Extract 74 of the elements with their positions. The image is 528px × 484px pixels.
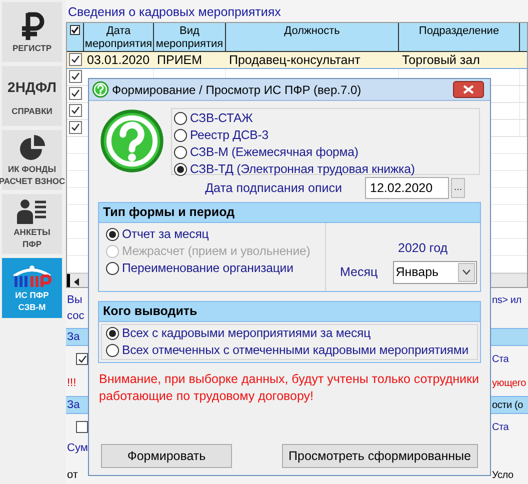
label: Вы [66, 292, 82, 308]
window-title: Формирование / Просмотр ИС ПФР (вер.7.0) [112, 82, 362, 98]
checkbox[interactable] [76, 421, 88, 433]
year-label: 2020 год [398, 240, 449, 257]
section-title: Сведения о кадровых мероприятиях [67, 4, 282, 21]
group-header [491, 328, 528, 346]
column-header[interactable]: Подразделение [399, 22, 520, 51]
radio-button[interactable] [174, 112, 187, 125]
group-header: За [66, 396, 88, 414]
checkbox[interactable] [69, 104, 82, 118]
checkbox[interactable] [76, 353, 88, 365]
label: Сум [66, 440, 88, 456]
left-arrow-icon[interactable] [73, 278, 81, 286]
person-list-icon [17, 199, 47, 225]
radio-label[interactable]: Всех с кадровыми мероприятиями за месяц [122, 324, 371, 343]
radio-label[interactable]: Переименование организации [122, 259, 294, 278]
radio-label[interactable]: СЗВ-ТД (Электронная трудовая книжка) [190, 160, 415, 179]
pie-chart-icon [18, 134, 46, 162]
table-cell-text: 03.01.2020 [86, 52, 151, 68]
building-logo-icon [10, 264, 54, 288]
browse-button[interactable]: ... [451, 178, 465, 198]
field-label: Дата подписания описи [205, 180, 342, 197]
radio-button[interactable] [106, 327, 119, 340]
table-cell-text: ПРИЕМ [156, 52, 204, 68]
radio-button[interactable] [106, 262, 119, 275]
sidebar-item[interactable]: 2НДФЛ СПРАВКИ [2, 66, 62, 126]
chevron-down-icon [462, 269, 471, 276]
radio-button[interactable] [106, 344, 119, 357]
question-icon [92, 81, 109, 98]
column-header[interactable]: Вид мероприятия [154, 22, 226, 51]
group-header: За [66, 328, 88, 346]
label: !!! [66, 376, 76, 391]
close-button[interactable] [453, 81, 484, 98]
group-header: ости (о [491, 396, 528, 414]
header-checkbox[interactable] [70, 24, 80, 35]
field-label: Месяц [340, 264, 378, 281]
action-button[interactable]: Формировать [101, 444, 232, 468]
table-cell-text: Продавец-консультант [228, 52, 362, 68]
group-title: Кого выводить [99, 302, 480, 321]
radio-label: Межрасчет (прием и увольнение) [122, 243, 310, 260]
question-icon [99, 108, 165, 174]
label: от [66, 468, 78, 483]
column-header[interactable]: Дата мероприятия [84, 22, 154, 51]
close-icon [463, 85, 474, 94]
month-dropdown[interactable]: Январь [392, 260, 477, 284]
radio-label[interactable]: СЗВ-СТАЖ [190, 109, 253, 128]
label: сос [66, 308, 84, 324]
warning-text: Внимание, при выборке данных, будут учтены только сотрудники работающие по трудовому договору! [99, 371, 479, 405]
sidebar-item[interactable]: АНКЕТЫ ПФР [2, 194, 62, 254]
checkbox[interactable] [69, 53, 82, 66]
table-row[interactable]: 03.01.2020 ПРИЕМ Продавец-консультант Торговый зал [67, 52, 527, 69]
label: ns> ил [491, 294, 522, 308]
action-button[interactable]: Просмотреть сформированные [282, 444, 478, 468]
radio-label[interactable]: Всех отмеченных с отмеченными кадровыми мероприятиями [122, 341, 468, 360]
label: ующего [491, 376, 526, 390]
radio-label[interactable]: Отчет за месяц [122, 225, 209, 244]
radio-button[interactable] [174, 163, 187, 176]
radio-button[interactable] [174, 146, 187, 159]
radio-button[interactable] [106, 228, 119, 241]
table-cell-text: Торговый зал [401, 52, 481, 68]
radio-button[interactable] [174, 129, 187, 142]
checkbox[interactable] [69, 121, 82, 134]
radio-label[interactable]: Реестр ДСВ-3 [190, 126, 269, 145]
date-field[interactable]: 12.02.2020 [365, 177, 449, 199]
ruble-icon [19, 11, 45, 41]
checkbox[interactable] [69, 87, 82, 100]
label: Ста [491, 352, 509, 366]
radio-label[interactable]: СЗВ-М (Ежемесячная форма) [190, 143, 358, 162]
sidebar-item[interactable]: РЕГИСТР [2, 2, 62, 62]
column-header[interactable]: Должность [226, 22, 399, 51]
checkbox[interactable] [69, 70, 82, 84]
label: Ста [491, 420, 509, 434]
label: Усло [491, 468, 514, 482]
group-title: Тип формы и период [99, 203, 480, 222]
